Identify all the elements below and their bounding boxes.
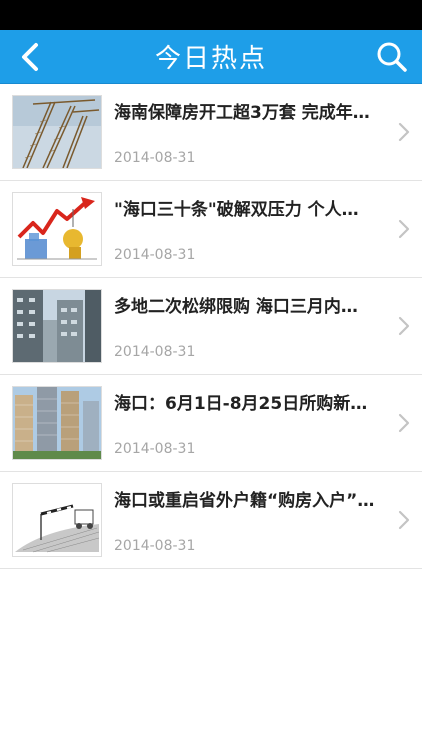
news-date: 2014-08-31 bbox=[114, 150, 196, 166]
list-item[interactable]: 海口：6月1日-8月25日所购新… 2014-08-31 bbox=[0, 375, 422, 472]
chevron-right-icon bbox=[398, 316, 410, 336]
news-thumbnail bbox=[12, 95, 102, 169]
search-icon bbox=[377, 42, 407, 72]
news-date: 2014-08-31 bbox=[114, 538, 196, 554]
chevron-right-icon bbox=[398, 122, 410, 142]
high-rise-buildings-image bbox=[13, 387, 101, 459]
chevron-right-icon bbox=[398, 413, 410, 433]
news-thumbnail bbox=[12, 289, 102, 363]
news-thumbnail bbox=[12, 386, 102, 460]
news-date: 2014-08-31 bbox=[114, 247, 196, 263]
news-headline: 海口或重启省外户籍“购房入户”… bbox=[114, 491, 375, 511]
construction-cranes-image bbox=[13, 96, 101, 168]
news-headline: 多地二次松绑限购 海口三月内… bbox=[114, 297, 358, 317]
news-date: 2014-08-31 bbox=[114, 441, 196, 457]
list-item[interactable]: 海南保障房开工超3万套 完成年… 2014-08-31 bbox=[0, 84, 422, 181]
app-bar: 今日热点 bbox=[0, 30, 422, 84]
list-item[interactable]: "海口三十条"破解双压力 个人… 2014-08-31 bbox=[0, 181, 422, 278]
price-chart-illustration-image bbox=[13, 193, 101, 265]
chevron-right-icon bbox=[398, 219, 410, 239]
news-thumbnail bbox=[12, 483, 102, 557]
page-title: 今日热点 bbox=[154, 44, 267, 74]
list-item[interactable]: 多地二次松绑限购 海口三月内… 2014-08-31 bbox=[0, 278, 422, 375]
back-button[interactable] bbox=[10, 38, 50, 76]
chevron-right-icon bbox=[398, 510, 410, 530]
chevron-left-icon bbox=[22, 43, 38, 71]
search-button[interactable] bbox=[372, 38, 412, 76]
news-headline: 海南保障房开工超3万套 完成年… bbox=[114, 103, 370, 123]
news-list: 海南保障房开工超3万套 完成年… 2014-08-31 "海口三十条"破解双压力… bbox=[0, 84, 422, 569]
news-headline: 海口：6月1日-8月25日所购新… bbox=[114, 394, 368, 414]
road-barrier-sketch-image bbox=[13, 484, 101, 556]
news-headline: "海口三十条"破解双压力 个人… bbox=[114, 200, 359, 220]
news-thumbnail bbox=[12, 192, 102, 266]
news-date: 2014-08-31 bbox=[114, 344, 196, 360]
apartment-towers-image bbox=[13, 290, 101, 362]
status-bar bbox=[0, 0, 422, 30]
list-item[interactable]: 海口或重启省外户籍“购房入户”… 2014-08-31 bbox=[0, 472, 422, 569]
